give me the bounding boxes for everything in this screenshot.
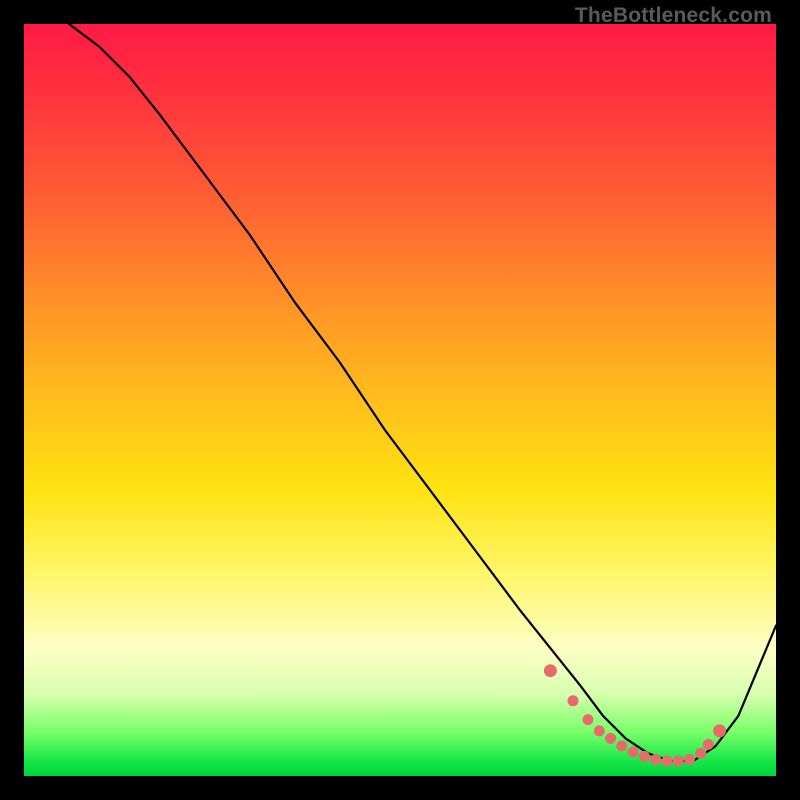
- chart-frame: TheBottleneck.com: [0, 0, 800, 800]
- highlight-dot: [606, 733, 616, 743]
- highlight-dot: [544, 665, 556, 677]
- highlight-dot: [639, 751, 649, 761]
- highlight-dot: [628, 747, 638, 757]
- highlight-dot: [696, 748, 706, 758]
- highlight-dot: [651, 755, 661, 765]
- bottleneck-curve: [69, 24, 776, 761]
- highlight-dot: [685, 755, 695, 765]
- highlight-dot: [703, 739, 713, 749]
- highlight-dot: [583, 715, 593, 725]
- highlight-dot: [662, 756, 672, 766]
- highlight-dots: [544, 665, 725, 766]
- highlight-dot: [594, 726, 604, 736]
- highlight-dot: [568, 696, 578, 706]
- highlight-dot: [714, 725, 726, 737]
- highlight-dot: [673, 756, 683, 766]
- plot-area: [24, 24, 776, 776]
- highlight-dot: [617, 741, 627, 751]
- chart-svg: [24, 24, 776, 776]
